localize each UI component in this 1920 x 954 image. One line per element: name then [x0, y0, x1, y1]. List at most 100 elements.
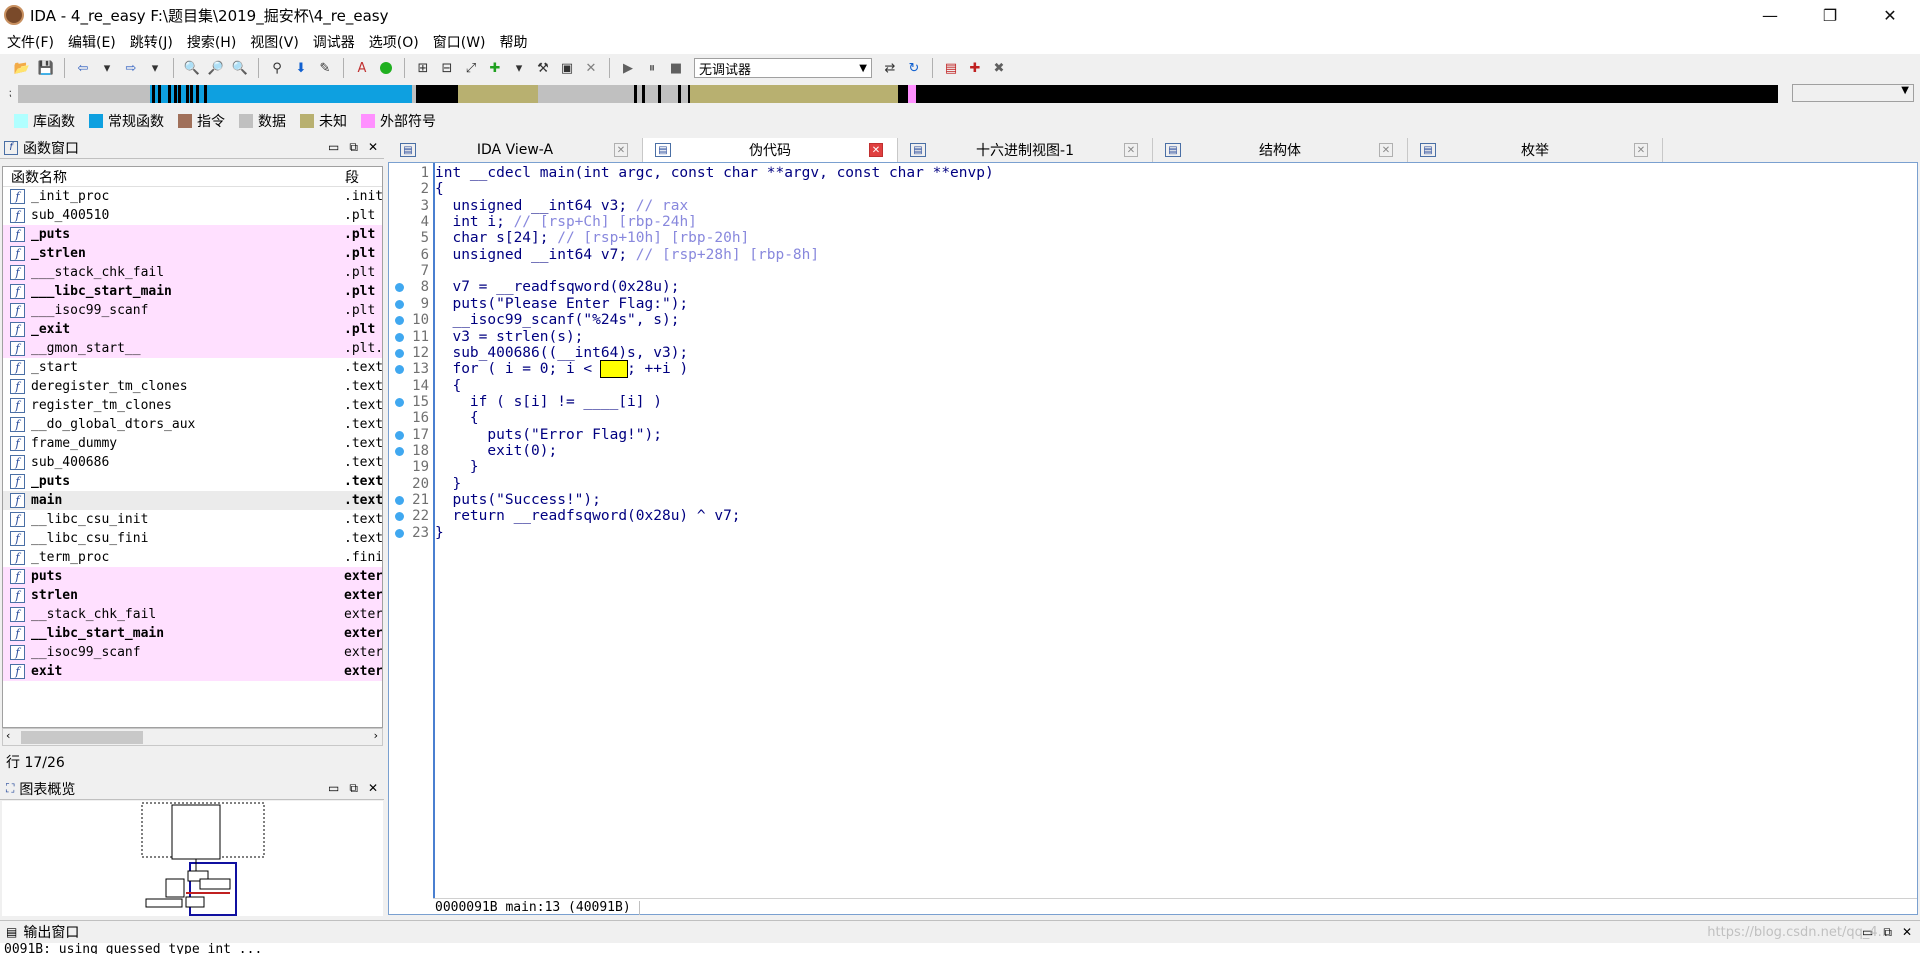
menu-file[interactable]: 文件(F) [0, 32, 61, 52]
menu-view[interactable]: 视图(V) [243, 32, 306, 52]
pause-icon[interactable]: ⏸ [642, 58, 662, 78]
back-arrow-icon[interactable]: ⇦ [73, 58, 93, 78]
function-row[interactable]: f _start .text [3, 358, 382, 377]
tab-ida-view[interactable]: ▤ IDA View-A ✕ [388, 138, 643, 162]
function-row[interactable]: f sub_400686 .text [3, 453, 382, 472]
panel-close-icon[interactable]: ✕ [368, 781, 378, 796]
menu-windows[interactable]: 窗口(W) [426, 32, 493, 52]
edit-function-icon[interactable]: ⊟ [437, 58, 457, 78]
paint-icon[interactable]: ✎ [315, 58, 335, 78]
dropdown-arrow-icon[interactable]: ▾ [509, 58, 529, 78]
breakpoint-dot-icon[interactable] [395, 348, 404, 358]
close-icon[interactable]: ✕ [1379, 143, 1393, 157]
tab-enums[interactable]: ▤ 枚举 ✕ [1408, 138, 1663, 162]
close-icon[interactable]: ✕ [869, 143, 883, 157]
add-green-icon[interactable]: ✚ [485, 58, 505, 78]
code-line[interactable]: unsigned __int64 v7; // [rsp+28h] [rbp-8… [435, 247, 819, 267]
tab-structures[interactable]: ▤ 结构体 ✕ [1153, 138, 1408, 162]
function-row[interactable]: f _puts .text [3, 472, 382, 491]
maximize-button[interactable]: ❐ [1800, 0, 1860, 30]
jump-down-icon[interactable]: ⬇ [291, 58, 311, 78]
search-text-icon[interactable]: 🔎 [206, 58, 226, 78]
column-header-segment[interactable]: 段 [345, 167, 359, 187]
code-line[interactable]: return __readfsqword(0x28u) ^ v7; [435, 508, 740, 528]
search-next-icon[interactable]: ⚲ [267, 58, 287, 78]
scroll-left-icon[interactable]: ‹ [6, 729, 10, 742]
function-row[interactable]: fexit extern [3, 662, 382, 681]
delete-breakpoint-icon[interactable]: ✖ [989, 58, 1009, 78]
flowchart-icon[interactable]: A [352, 58, 372, 78]
pseudocode-text[interactable]: int __cdecl main(int argc, const char **… [433, 163, 1917, 898]
function-row[interactable]: f _term_proc .fini [3, 548, 382, 567]
breakpoint-dot-icon[interactable] [395, 430, 404, 440]
refresh-icon[interactable]: ↻ [904, 58, 924, 78]
close-icon[interactable]: ✕ [1124, 143, 1138, 157]
function-row[interactable]: f __libc_csu_init .text [3, 510, 382, 529]
function-row[interactable]: f sub_400510 .plt [3, 206, 382, 225]
menu-jump[interactable]: 跳转(J) [123, 32, 180, 52]
search-binary-icon[interactable]: 🔍 [182, 58, 202, 78]
navigation-combo[interactable]: ▼ [1792, 84, 1914, 102]
code-line[interactable]: } [435, 525, 444, 545]
menu-help[interactable]: 帮助 [493, 32, 535, 52]
function-row[interactable]: f __stack_chk_fail extern [3, 605, 382, 624]
play-icon[interactable]: ▶ [618, 58, 638, 78]
search-immediate-icon[interactable]: 🔍 [230, 58, 250, 78]
panel-float-icon[interactable]: ⧉ [349, 781, 358, 796]
minimize-button[interactable]: — [1740, 0, 1800, 30]
panel-restore-icon[interactable]: ▭ [328, 140, 339, 155]
function-row[interactable]: fstrlen extern [3, 586, 382, 605]
menu-debugger[interactable]: 调试器 [306, 32, 362, 52]
forward-arrow-icon[interactable]: ⇨ [121, 58, 141, 78]
stop-icon[interactable]: ■ [666, 58, 686, 78]
breakpoint-dot-icon[interactable] [395, 528, 404, 538]
dropdown-arrow-icon[interactable]: ▾ [97, 58, 117, 78]
add-breakpoint-icon[interactable]: ✚ [965, 58, 985, 78]
code-line[interactable]: for ( i = 0; i < ; ++i ) [435, 360, 688, 381]
function-row[interactable]: f ___libc_start_main .plt [3, 282, 382, 301]
pseudocode-view[interactable]: 1 2 3 4 5 6 7 8 9 10 11 12 13 14 15 16 17 18 19 20 21 22 23 in… [388, 162, 1918, 915]
scroll-right-icon[interactable]: › [374, 729, 378, 742]
create-function-icon[interactable]: ⊞ [413, 58, 433, 78]
column-header-name[interactable]: 函数名称 [11, 167, 345, 187]
tab-pseudocode[interactable]: ▤ 伪代码 ✕ [643, 138, 898, 162]
close-icon[interactable]: ✕ [614, 143, 628, 157]
image-icon[interactable]: ▣ [557, 58, 577, 78]
open-folder-icon[interactable]: 📂 [12, 58, 32, 78]
panel-close-icon[interactable]: ✕ [1902, 925, 1912, 940]
functions-horizontal-scrollbar[interactable]: ‹ › [2, 728, 383, 746]
function-row[interactable]: f __libc_csu_fini .text [3, 529, 382, 548]
attach-process-icon[interactable]: ⇄ [880, 58, 900, 78]
menu-edit[interactable]: 编辑(E) [61, 32, 123, 52]
scrollbar-thumb[interactable] [21, 731, 143, 744]
wrench-icon[interactable]: ⚒ [533, 58, 553, 78]
function-row[interactable]: f _puts .plt [3, 225, 382, 244]
panel-close-icon[interactable]: ✕ [368, 140, 378, 155]
breakpoint-dot-icon[interactable] [395, 332, 404, 342]
breakpoint-dot-icon[interactable] [395, 397, 404, 407]
breakpoint-dot-icon[interactable] [395, 446, 404, 456]
function-row[interactable]: f register_tm_clones .text [3, 396, 382, 415]
code-line[interactable]: int __cdecl main(int argc, const char **… [435, 165, 994, 185]
function-row[interactable]: f _exit .plt [3, 320, 382, 339]
arrows-icon[interactable]: ⤢ [461, 58, 481, 78]
functions-list[interactable]: 函数名称 段 f _init_proc .init f sub_400510 .plt f _… [2, 166, 383, 728]
function-row[interactable]: f __isoc99_scanf extern [3, 643, 382, 662]
function-row[interactable]: fputs extern [3, 567, 382, 586]
panel-float-icon[interactable]: ⧉ [349, 140, 358, 155]
menu-search[interactable]: 搜索(H) [180, 32, 243, 52]
function-row[interactable]: f ___stack_chk_fail .plt [3, 263, 382, 282]
function-row[interactable]: f _strlen .plt [3, 244, 382, 263]
debugger-select[interactable]: 无调试器 ▼ [694, 58, 872, 78]
function-row[interactable]: f main .text [3, 491, 382, 510]
close-button[interactable]: ✕ [1860, 0, 1920, 30]
function-row[interactable]: f __gmon_start__ .plt. [3, 339, 382, 358]
navigation-strip[interactable] [18, 85, 1778, 103]
function-row[interactable]: f frame_dummy .text [3, 434, 382, 453]
close-icon[interactable]: ✕ [1634, 143, 1648, 157]
breakpoint-list-icon[interactable]: ▤ [941, 58, 961, 78]
green-circle-icon[interactable] [376, 58, 396, 78]
graph-overview[interactable] [2, 801, 383, 916]
panel-restore-icon[interactable]: ▭ [328, 781, 339, 796]
breakpoint-dot-icon[interactable] [395, 299, 404, 309]
